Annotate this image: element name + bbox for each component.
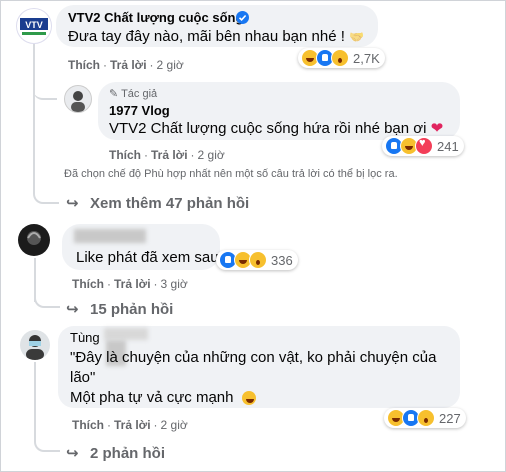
vtv-logo-icon: VTV [20,18,48,35]
author-badge: ✎ Tác giả [109,87,157,100]
pen-icon: ✎ [109,88,119,100]
reaction-count-4: 227 [439,410,461,426]
reply-arrow-icon: ↪ [66,195,79,212]
author-badge-label: Tác giả [121,88,158,100]
reply-arrow-icon: ↪ [66,301,79,318]
reply-time-1[interactable]: 2 giờ [198,148,225,162]
wow-icon [249,251,267,269]
reply-action[interactable]: Trả lời [114,418,151,432]
reply-actions-1: Thích · Trả lời · 2 giờ [109,148,225,162]
replies-link-2[interactable]: ↪ 15 phản hồi [66,300,173,318]
avatar-vtv2[interactable]: VTV [16,8,52,44]
comment-text-3-line1: "Đây là chuyện của những con vật, ko phả… [70,349,437,366]
comment-actions-1: Thích · Trả lời · 2 giờ [68,58,184,72]
wow-icon [417,409,435,427]
wow-icon [331,49,349,67]
reaction-count-2: 241 [437,138,459,154]
svg-text:VTV: VTV [25,20,43,30]
like-action[interactable]: Thích [68,58,100,72]
replies-label: 15 phản hồi [90,301,174,318]
like-action[interactable]: Thích [72,277,104,291]
filter-notice: Đã chọn chế độ Phù hợp nhất nên một số c… [64,168,398,180]
thread-branch [33,82,57,100]
thread-line [33,44,35,194]
comment-time-2[interactable]: 3 giờ [161,277,188,291]
red-heart-icon: ❤ [430,120,444,137]
comment-actions-2: Thích · Trả lời · 3 giờ [72,277,188,291]
avatar-commenter-2[interactable] [18,224,50,256]
replies-link-3[interactable]: ↪ 2 phản hồi [66,444,165,462]
reply-text-1-body: hứa rồi nhé bạn ơi [298,120,427,137]
dark-avatar-icon [27,231,41,245]
comment-text-1: Đưa tay đây nào, mãi bên nhau bạn nhé ! … [68,27,364,47]
reply-action[interactable]: Trả lời [151,148,188,162]
avatar-commenter-3[interactable] [20,330,50,360]
handshake-emoji-icon: 🤝 [349,30,365,44]
blurred-author-2 [74,229,146,243]
like-action[interactable]: Thích [72,418,104,432]
comment-actions-3: Thích · Trả lời · 2 giờ [72,418,188,432]
thread-branch [34,436,60,452]
reaction-summary-1[interactable]: 2,7K [298,48,385,68]
avatar-1977vlog[interactable] [64,85,92,113]
comment-author-1[interactable]: VTV2 Chất lượng cuộc sống [68,10,243,25]
comment-text-3-line2: lão" [70,369,96,386]
comment-author-3[interactable]: Tùng [70,330,100,345]
verified-icon [236,11,249,24]
reaction-summary-2[interactable]: 241 [382,136,464,156]
reaction-summary-4[interactable]: 227 [384,408,466,428]
person-mask-avatar-icon [26,335,44,360]
person-avatar-icon [71,91,85,112]
reply-action[interactable]: Trả lời [110,58,147,72]
like-action[interactable]: Thích [109,148,141,162]
comment-text-3-line3-body: Một pha tự vả cực mạnh [70,389,234,406]
reply-action[interactable]: Trả lời [114,277,151,291]
comment-author-3-name: Tùng [70,330,100,345]
comment-time-1[interactable]: 2 giờ [157,58,184,72]
replies-label: 2 phản hồi [90,445,165,462]
see-more-label: Xem thêm 47 phản hồi [90,195,250,212]
comment-text-2: Like phát đã xem sau. [76,249,223,266]
comment-text-1-body: Đưa tay đây nào, mãi bên nhau bạn nhé ! [68,28,345,45]
thread-branch [34,292,60,308]
thread-line [34,362,36,442]
love-icon [415,137,433,155]
reaction-count-1: 2,7K [353,50,380,66]
thread-branch [33,186,59,204]
reaction-summary-3[interactable]: 336 [216,250,298,270]
reply-arrow-icon: ↪ [66,445,79,462]
reply-author-1[interactable]: 1977 Vlog [109,103,170,118]
comment-text-3-line3: Một pha tự vả cực mạnh [70,388,256,407]
comment-time-3[interactable]: 2 giờ [161,418,188,432]
see-more-replies-1[interactable]: ↪ Xem thêm 47 phản hồi [66,194,249,212]
reaction-count-3: 336 [271,252,293,268]
mention-link[interactable]: VTV2 Chất lượng cuộc sống [109,120,299,137]
blurred-author-3 [104,328,148,340]
laughing-emoji-icon [241,391,256,406]
